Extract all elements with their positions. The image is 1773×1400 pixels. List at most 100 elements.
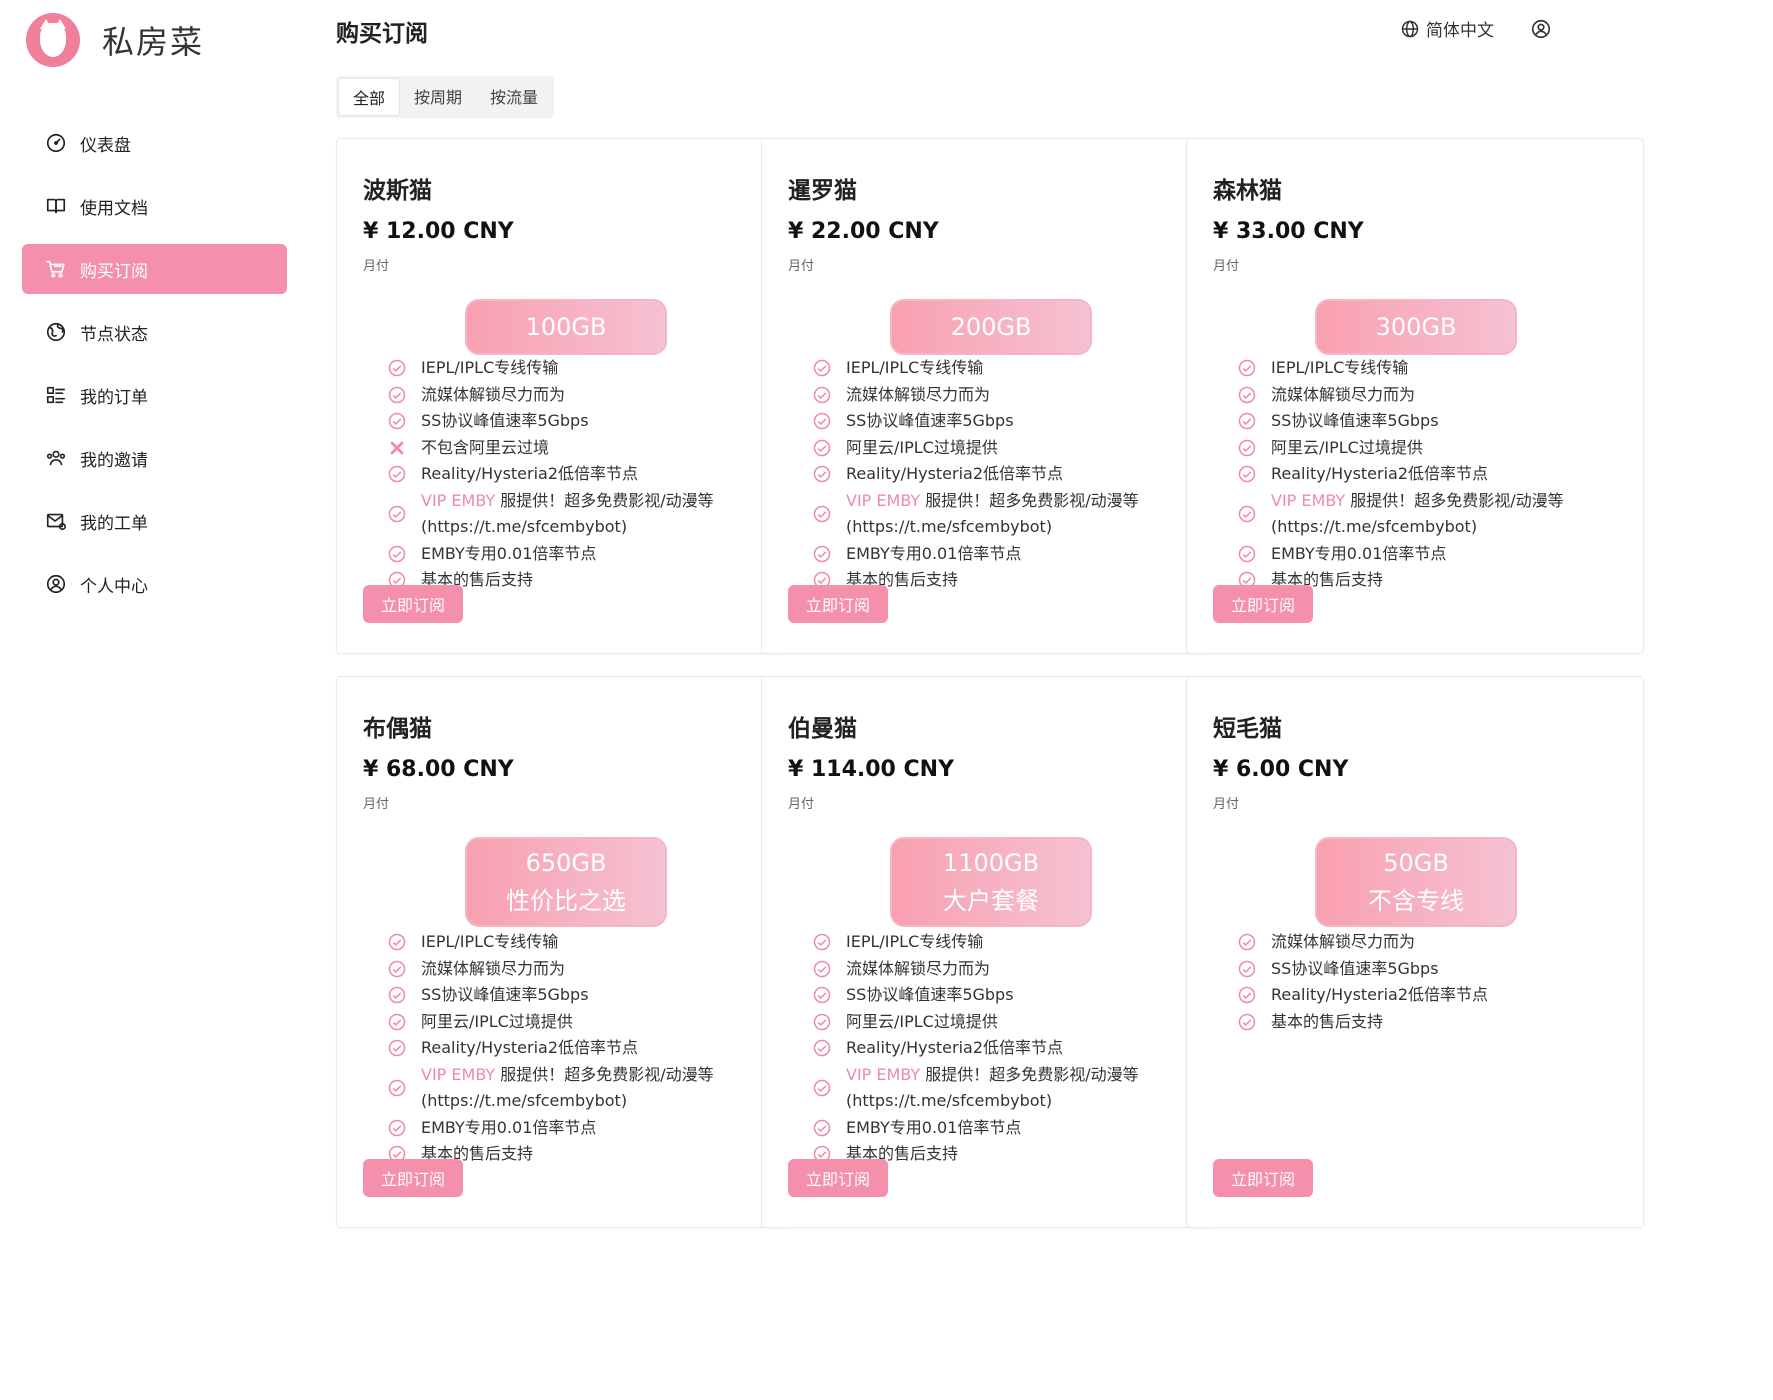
feature-text: SS协议峰值速率5Gbps	[846, 982, 1166, 1009]
subscribe-button[interactable]: 立即订阅	[363, 585, 464, 623]
feature-item: Reality/Hysteria2低倍率节点	[1237, 461, 1591, 488]
feature-text: 阿里云/IPLC过境提供	[846, 435, 1166, 462]
user-menu-button[interactable]	[1530, 18, 1552, 40]
feature-label: Reality/Hysteria2低倍率节点	[421, 1038, 639, 1057]
feature-label: Reality/Hysteria2低倍率节点	[846, 1038, 1064, 1057]
cart-icon	[44, 257, 68, 281]
feature-item: 流媒体解锁尽力而为	[812, 382, 1166, 409]
subscribe-button[interactable]: 立即订阅	[788, 1159, 889, 1197]
feature-label: 流媒体解锁尽力而为	[1271, 384, 1416, 404]
feature-label: 阿里云/IPLC过境提供	[846, 1011, 998, 1031]
feature-label: SS协议峰值速率5Gbps	[846, 411, 1014, 430]
feature-text: 流媒体解锁尽力而为	[421, 382, 741, 409]
check-circle-icon	[387, 544, 407, 564]
tab-2[interactable]: 按流量	[476, 78, 552, 116]
feature-item: 阿里云/IPLC过境提供	[387, 1009, 741, 1036]
check-circle-icon	[387, 985, 407, 1005]
tab-0[interactable]: 全部	[338, 78, 401, 116]
check-circle-icon	[812, 504, 832, 524]
sidebar-item-1[interactable]: 使用文档	[22, 181, 287, 231]
check-circle-icon	[387, 959, 407, 979]
feature-item: IEPL/IPLC专线传输	[812, 355, 1166, 382]
feature-item: VIP EMBY 服提供！超多免费影视/动漫等(https://t.me/sfc…	[812, 488, 1166, 541]
sidebar-item-3[interactable]: 节点状态	[22, 307, 287, 357]
subscribe-button[interactable]: 立即订阅	[1213, 585, 1314, 623]
feature-text: Reality/Hysteria2低倍率节点	[846, 1035, 1166, 1062]
check-circle-icon	[812, 959, 832, 979]
brand[interactable]: 私房菜	[26, 12, 204, 68]
feature-text: 基本的售后支持	[421, 567, 741, 594]
plan-period: 月付	[363, 797, 390, 812]
subscribe-button[interactable]: 立即订阅	[788, 585, 889, 623]
feature-item: VIP EMBY 服提供！超多免费影视/动漫等(https://t.me/sfc…	[387, 1062, 741, 1115]
plan-badge: 200GB	[890, 299, 1092, 355]
subscribe-button[interactable]: 立即订阅	[363, 1159, 464, 1197]
feature-text: EMBY专用0.01倍率节点	[421, 541, 741, 568]
feature-item: SS协议峰值速率5Gbps	[812, 408, 1166, 435]
feature-label: Reality/Hysteria2低倍率节点	[1271, 985, 1489, 1004]
people-icon	[44, 446, 68, 470]
plan-name: 波斯猫	[363, 178, 432, 204]
feature-text: 阿里云/IPLC过境提供	[421, 1009, 741, 1036]
check-circle-icon	[1237, 504, 1257, 524]
feature-list: IEPL/IPLC专线传输 流媒体解锁尽力而为 SS协议峰值速率5Gbps 阿里云/I…	[812, 355, 1166, 594]
feature-item: IEPL/IPLC专线传输	[812, 929, 1166, 956]
feature-item: IEPL/IPLC专线传输	[387, 929, 741, 956]
feature-highlight: VIP EMBY	[421, 490, 496, 510]
feature-text: VIP EMBY 服提供！超多免费影视/动漫等(https://t.me/sfc…	[421, 1062, 741, 1115]
feature-text: SS协议峰值速率5Gbps	[1271, 956, 1591, 983]
list-icon	[44, 383, 68, 407]
sidebar-item-7[interactable]: 个人中心	[22, 559, 287, 609]
sidebar-item-0[interactable]: 仪表盘	[22, 118, 287, 168]
check-circle-icon	[812, 1118, 832, 1138]
plan-price: ¥ 33.00 CNY	[1213, 219, 1364, 244]
check-circle-icon	[387, 1012, 407, 1032]
feature-text: Reality/Hysteria2低倍率节点	[1271, 461, 1591, 488]
plan-traffic: 50GB	[1383, 849, 1449, 877]
sidebar-item-5[interactable]: 我的邀请	[22, 433, 287, 483]
sidebar-item-6[interactable]: 我的工单	[22, 496, 287, 546]
globe-icon	[44, 320, 68, 344]
feature-text: Reality/Hysteria2低倍率节点	[1271, 982, 1591, 1009]
check-circle-icon	[1237, 932, 1257, 952]
feature-item: 流媒体解锁尽力而为	[387, 956, 741, 983]
check-circle-icon	[387, 358, 407, 378]
plan-card: 伯曼猫 ¥ 114.00 CNY 月付 1100GB 大户套餐 IEPL/IPLC专线传输…	[761, 676, 1219, 1228]
check-circle-icon	[1237, 985, 1257, 1005]
user-circle-icon	[1531, 19, 1551, 38]
check-circle-icon	[1237, 464, 1257, 484]
feature-label: EMBY专用0.01倍率节点	[421, 543, 597, 563]
language-switcher[interactable]: 简体中文	[1400, 16, 1494, 41]
check-circle-icon	[387, 932, 407, 952]
check-circle-icon	[812, 544, 832, 564]
plan-traffic: 100GB	[525, 313, 607, 341]
feature-text: EMBY专用0.01倍率节点	[846, 541, 1166, 568]
check-circle-icon	[1237, 385, 1257, 405]
feature-label: IEPL/IPLC专线传输	[1271, 358, 1409, 377]
plan-period: 月付	[788, 797, 815, 812]
sidebar-item-4[interactable]: 我的订单	[22, 370, 287, 420]
sidebar-item-label: 仪表盘	[80, 135, 131, 156]
check-circle-icon	[1237, 358, 1257, 378]
feature-item: 阿里云/IPLC过境提供	[812, 435, 1166, 462]
plan-traffic: 300GB	[1375, 313, 1457, 341]
feature-item: 流媒体解锁尽力而为	[1237, 929, 1591, 956]
plan-badge: 300GB	[1315, 299, 1517, 355]
feature-label: EMBY专用0.01倍率节点	[421, 1117, 597, 1137]
check-circle-icon	[812, 1078, 832, 1098]
feature-item: EMBY专用0.01倍率节点	[387, 541, 741, 568]
plan-traffic: 1100GB	[942, 849, 1040, 877]
check-circle-icon	[387, 1118, 407, 1138]
brand-name: 私房菜	[102, 23, 205, 61]
app-root: 私房菜 仪表盘 使用文档 购买订阅 节点状态 我的订单 我的邀请 我的工单 个人中心 购买订阅…	[0, 0, 1773, 1400]
plan-period: 月付	[788, 259, 815, 274]
sidebar-item-label: 购买订阅	[80, 261, 148, 282]
feature-text: IEPL/IPLC专线传输	[421, 355, 741, 382]
subscribe-button[interactable]: 立即订阅	[1213, 1159, 1314, 1197]
feature-item: EMBY专用0.01倍率节点	[812, 541, 1166, 568]
feature-label: 不包含阿里云过境	[421, 437, 550, 457]
feature-label: SS协议峰值速率5Gbps	[421, 985, 589, 1004]
sidebar-item-2[interactable]: 购买订阅	[22, 244, 287, 294]
tab-1[interactable]: 按周期	[400, 78, 476, 116]
feature-text: IEPL/IPLC专线传输	[1271, 355, 1591, 382]
